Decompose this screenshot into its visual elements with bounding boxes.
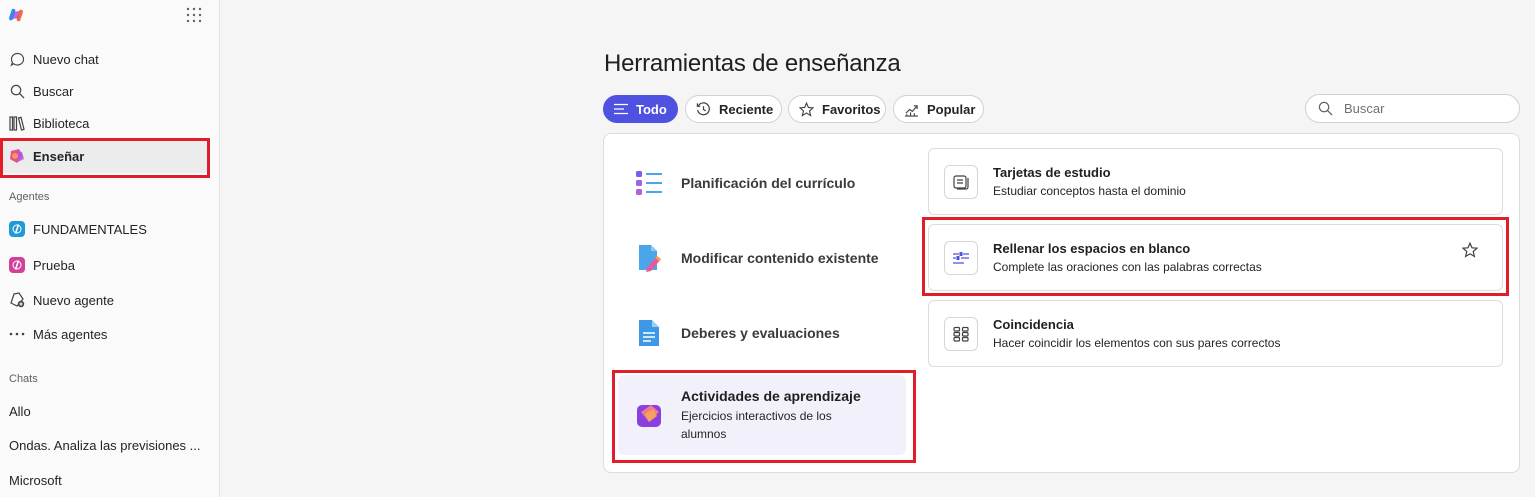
filter-recent-label: Reciente xyxy=(719,101,774,117)
search-icon xyxy=(9,83,25,99)
card-description: Estudiar conceptos hasta el dominio xyxy=(993,184,1186,198)
category-curriculum-planning[interactable]: Planificación del currículo xyxy=(618,147,906,219)
page-title: Herramientas de enseñanza xyxy=(604,50,901,77)
filter-all-label: Todo xyxy=(636,101,667,117)
star-icon xyxy=(799,101,814,117)
card-title: Tarjetas de estudio xyxy=(993,165,1111,180)
tool-card-flashcards[interactable]: Tarjetas de estudio Estudiar conceptos h… xyxy=(928,148,1503,215)
filter-favorites-chip[interactable]: Favoritos xyxy=(788,95,886,123)
more-agents-label: Más agentes xyxy=(33,326,108,342)
matching-icon xyxy=(944,316,978,351)
category-modify-content[interactable]: Modificar contenido existente xyxy=(618,222,906,294)
list-icon xyxy=(614,101,628,117)
category-label: Actividades de aprendizaje xyxy=(681,387,861,404)
filter-all-chip[interactable]: Todo xyxy=(603,95,678,123)
more-icon xyxy=(9,326,25,342)
library-icon xyxy=(9,115,25,131)
agent-icon xyxy=(9,221,25,237)
more-agents-item[interactable]: Más agentes xyxy=(0,318,210,350)
sidebar: Nuevo chat Buscar Biblioteca Enseñar Age… xyxy=(0,0,220,497)
category-label: Modificar contenido existente xyxy=(681,250,879,266)
category-label: Deberes y evaluaciones xyxy=(681,325,840,341)
favorite-star-icon[interactable] xyxy=(1461,241,1479,258)
copilot-logo-icon[interactable] xyxy=(8,7,24,23)
nav-teach-label: Enseñar xyxy=(33,148,85,164)
teach-icon xyxy=(9,148,25,164)
history-icon xyxy=(696,101,711,117)
category-description: Ejercicios interactivos de los alumnos xyxy=(681,408,832,441)
chat-item[interactable]: Ondas. Analiza las previsiones ... xyxy=(9,438,201,453)
search-input[interactable] xyxy=(1344,101,1504,116)
card-description: Complete las oraciones con las palabras … xyxy=(993,260,1262,274)
agents-heading: Agentes xyxy=(9,191,50,203)
nav-search-label: Buscar xyxy=(33,83,74,99)
agent-prueba[interactable]: Prueba xyxy=(0,249,210,281)
activities-icon xyxy=(636,401,662,429)
search-box[interactable] xyxy=(1305,94,1520,123)
nav-new-chat-label: Nuevo chat xyxy=(33,51,99,67)
chats-heading: Chats xyxy=(9,373,38,385)
apps-grid-icon[interactable] xyxy=(186,7,202,23)
new-agent-label: Nuevo agente xyxy=(33,292,114,308)
new-agent-icon xyxy=(9,292,25,308)
agent-prueba-label: Prueba xyxy=(33,257,75,273)
category-homework-assessment[interactable]: Deberes y evaluaciones xyxy=(618,297,906,369)
nav-search[interactable]: Buscar xyxy=(0,75,210,107)
filter-popular-chip[interactable]: Popular xyxy=(893,95,984,123)
chat-icon xyxy=(9,51,25,67)
agent-fundamentales-label: FUNDAMENTALES xyxy=(33,221,147,237)
nav-library[interactable]: Biblioteca xyxy=(0,107,210,139)
checklist-icon xyxy=(636,169,662,197)
agent-icon xyxy=(9,257,25,273)
card-title: Coincidencia xyxy=(993,317,1074,332)
tool-card-matching[interactable]: Coincidencia Hacer coincidir los element… xyxy=(928,300,1503,367)
new-agent-item[interactable]: Nuevo agente xyxy=(0,284,210,316)
flashcards-icon xyxy=(944,164,978,199)
nav-new-chat[interactable]: Nuevo chat xyxy=(0,43,210,75)
agent-fundamentales[interactable]: FUNDAMENTALES xyxy=(0,213,210,245)
fill-blanks-icon xyxy=(944,240,978,275)
document-icon xyxy=(636,319,662,347)
chat-item[interactable]: Allo xyxy=(9,404,31,419)
search-icon xyxy=(1318,101,1334,117)
category-label: Planificación del currículo xyxy=(681,175,856,191)
nav-teach[interactable]: Enseñar xyxy=(0,139,210,173)
filter-recent-chip[interactable]: Reciente xyxy=(685,95,782,123)
tool-card-fill-blanks[interactable]: Rellenar los espacios en blanco Complete… xyxy=(928,224,1503,291)
nav-library-label: Biblioteca xyxy=(33,115,90,131)
chat-item[interactable]: Microsoft xyxy=(9,473,62,488)
trending-icon xyxy=(904,101,919,117)
filter-popular-label: Popular xyxy=(927,101,976,117)
edit-document-icon xyxy=(636,244,662,272)
card-title: Rellenar los espacios en blanco xyxy=(993,241,1191,256)
category-learning-activities[interactable]: Actividades de aprendizaje Ejercicios in… xyxy=(618,375,906,455)
card-description: Hacer coincidir los elementos con sus pa… xyxy=(993,336,1281,350)
filter-favorites-label: Favoritos xyxy=(822,101,881,117)
